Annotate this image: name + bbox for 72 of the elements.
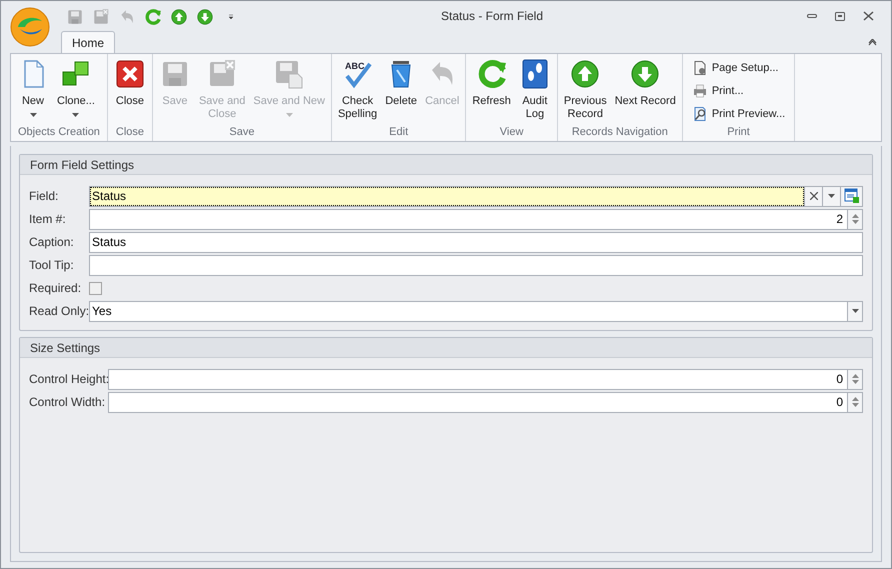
toolbar-button[interactable] — [169, 7, 189, 27]
caret-icon — [72, 113, 80, 117]
field-label: Item #: — [29, 211, 67, 228]
ribbon-group-label: Records Navigation — [570, 125, 669, 140]
ribbon-button[interactable]: New — [14, 58, 52, 117]
number-input[interactable]: 0 — [108, 368, 848, 390]
number-input[interactable]: 0 — [108, 392, 848, 412]
clear-button[interactable] — [805, 186, 823, 206]
number-input[interactable]: 2 — [89, 208, 848, 230]
ribbon-group-label: Print — [726, 125, 751, 140]
close-icon — [810, 192, 818, 200]
field-input[interactable]: Status — [89, 186, 805, 206]
field-label: Field: — [29, 188, 60, 205]
caret-icon — [30, 113, 36, 117]
printer-icon — [692, 83, 708, 99]
spin-arrows-icon — [852, 374, 858, 384]
ribbon-button[interactable]: Audit Log — [516, 58, 554, 121]
collapse-ribbon-icon[interactable] — [868, 39, 877, 46]
ribbon-button[interactable]: Previous Record — [560, 58, 610, 121]
ribbon-button[interactable]: Close — [110, 58, 149, 108]
group-title: Size Settings — [20, 338, 872, 358]
field-label: Caption: — [29, 234, 75, 251]
text-input[interactable]: Status — [89, 232, 863, 252]
maximize-icon — [835, 12, 845, 20]
spin-arrows-icon — [852, 397, 858, 407]
ribbon-button[interactable]: Refresh — [469, 58, 514, 108]
table-icon — [844, 188, 860, 204]
caret-icon — [286, 113, 293, 117]
icon-caption: ABC — [344, 61, 364, 71]
field-label: Required: — [29, 280, 82, 297]
minimize-icon — [807, 14, 817, 18]
dropdown-button[interactable] — [848, 300, 863, 322]
caret-icon — [828, 194, 835, 198]
ribbon-button[interactable]: Clone... — [54, 58, 98, 117]
floppy-disk-page-icon — [273, 58, 306, 90]
ribbon-small-button[interactable]: Print Preview... — [692, 104, 786, 124]
spin-button[interactable] — [848, 392, 863, 412]
lookup-button[interactable] — [841, 186, 863, 206]
toolbar-button[interactable] — [195, 7, 215, 27]
close-icon — [862, 11, 874, 21]
ribbon-small-button[interactable]: Page Setup... — [692, 58, 786, 78]
ribbon-group-label: Edit — [388, 125, 410, 140]
field-label: Tool Tip: — [29, 257, 75, 274]
dropdown-button[interactable] — [823, 186, 841, 206]
ribbon-button[interactable]: Next Record — [612, 58, 679, 108]
caret-icon — [852, 309, 858, 313]
toolbar-button[interactable] — [143, 7, 163, 27]
checkbox[interactable] — [89, 282, 102, 294]
spin-arrows-icon — [852, 214, 858, 224]
ribbon-small-button[interactable]: Print... — [692, 81, 786, 101]
ribbon-group-label: Close — [114, 125, 145, 140]
spin-button[interactable] — [848, 368, 863, 390]
refresh-icon — [144, 8, 162, 26]
ribbon-group-label: Objects Creation — [17, 125, 101, 140]
spin-button[interactable] — [848, 208, 863, 230]
dropdown-field[interactable]: Yes — [89, 300, 848, 322]
print-preview-icon — [692, 106, 708, 122]
field-label: Control Height: — [29, 371, 108, 388]
close-icon — [114, 58, 146, 90]
window-title: Status - Form Field — [440, 8, 544, 25]
ribbon-button[interactable]: ABC Check Spelling — [334, 58, 380, 121]
ribbon-tab[interactable]: Home — [61, 31, 116, 53]
field-label: Read Only: — [29, 303, 89, 320]
ribbon-button[interactable]: Delete — [382, 58, 420, 108]
group-title: Form Field Settings — [20, 155, 872, 175]
field-label: Control Width: — [29, 394, 106, 411]
page-gear-icon — [692, 60, 708, 76]
ribbon-group-label: View — [498, 125, 524, 140]
logo-icon[interactable] — [10, 7, 50, 47]
ribbon-group-label: Save — [228, 125, 256, 140]
floppy-disk-close-icon — [92, 8, 110, 26]
text-input[interactable] — [89, 254, 863, 276]
